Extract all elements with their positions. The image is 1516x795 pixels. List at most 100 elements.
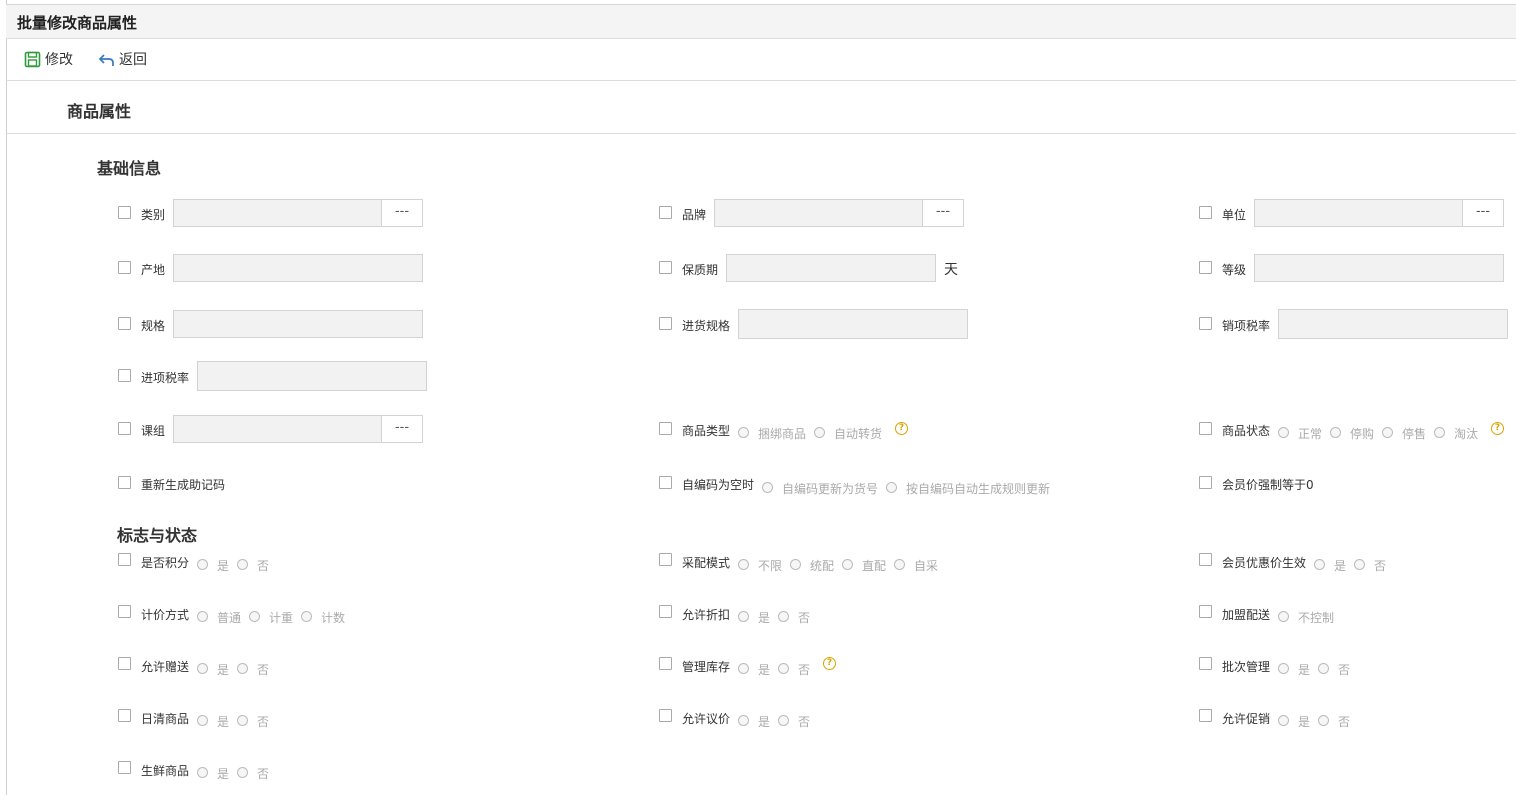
- daily-clear-radio-no[interactable]: [237, 715, 248, 726]
- daily-clear-radio-yes[interactable]: [197, 715, 208, 726]
- allow-promo-radio-yes[interactable]: [1278, 715, 1289, 726]
- course-group-checkbox[interactable]: [118, 422, 131, 435]
- allow-bargain-option-no: 否: [798, 715, 811, 729]
- purchase-mode-label: 采配模式: [682, 556, 731, 570]
- unit-lookup-button[interactable]: ---: [1462, 199, 1504, 227]
- member-discount-radio-no[interactable]: [1354, 559, 1365, 570]
- self-code-radio-rule[interactable]: [886, 482, 897, 493]
- output-tax-checkbox[interactable]: [1199, 317, 1212, 330]
- manage-stock-checkbox[interactable]: [659, 657, 672, 670]
- points-radio-no[interactable]: [237, 559, 248, 570]
- allow-discount-radio-no[interactable]: [778, 611, 789, 622]
- purchase-mode-radio-direct[interactable]: [842, 559, 853, 570]
- product-status-help-icon[interactable]: ?: [1491, 422, 1504, 435]
- category-checkbox[interactable]: [118, 206, 131, 219]
- brand-lookup-button[interactable]: ---: [922, 199, 964, 227]
- purchase-mode-option-unlimited: 不限: [758, 559, 783, 573]
- input-tax-input[interactable]: [197, 361, 427, 391]
- batch-manage-checkbox[interactable]: [1199, 657, 1212, 670]
- product-type-radio-bundle[interactable]: [738, 427, 749, 438]
- fresh-radio-yes[interactable]: [197, 767, 208, 778]
- manage-stock-option-no: 否: [798, 663, 811, 677]
- grade-checkbox[interactable]: [1199, 261, 1212, 274]
- manage-stock-help-icon[interactable]: ?: [823, 657, 836, 670]
- daily-clear-checkbox[interactable]: [118, 709, 131, 722]
- pricing-radio-normal[interactable]: [197, 611, 208, 622]
- member-price-zero-checkbox[interactable]: [1199, 476, 1212, 489]
- brand-input[interactable]: [714, 199, 923, 227]
- output-tax-input[interactable]: [1278, 309, 1508, 339]
- purchase-mode-checkbox[interactable]: [659, 553, 672, 566]
- brand-checkbox[interactable]: [659, 206, 672, 219]
- modify-button[interactable]: 修改: [24, 49, 73, 69]
- allow-bargain-checkbox[interactable]: [659, 709, 672, 722]
- franchise-delivery-checkbox[interactable]: [1199, 605, 1212, 618]
- self-code-checkbox[interactable]: [659, 476, 672, 489]
- batch-manage-radio-no[interactable]: [1318, 663, 1329, 674]
- fresh-radio-no[interactable]: [237, 767, 248, 778]
- pricing-checkbox[interactable]: [118, 605, 131, 618]
- allow-gift-radio-yes[interactable]: [197, 663, 208, 674]
- unit-input[interactable]: [1254, 199, 1463, 227]
- unit-checkbox[interactable]: [1199, 206, 1212, 219]
- input-tax-label: 进项税率: [141, 371, 190, 385]
- grade-input[interactable]: [1254, 254, 1504, 282]
- status-radio-stop-purchase[interactable]: [1330, 427, 1341, 438]
- status-radio-eliminated[interactable]: [1434, 427, 1445, 438]
- allow-promo-option-no: 否: [1338, 715, 1351, 729]
- manage-stock-radio-yes[interactable]: [738, 663, 749, 674]
- product-type-checkbox[interactable]: [659, 422, 672, 435]
- allow-promo-checkbox[interactable]: [1199, 709, 1212, 722]
- modify-label: 修改: [45, 52, 73, 68]
- spec-input[interactable]: [173, 310, 423, 338]
- self-code-label: 自编码为空时: [682, 478, 755, 492]
- allow-gift-radio-no[interactable]: [237, 663, 248, 674]
- back-button[interactable]: 返回: [98, 49, 147, 69]
- allow-bargain-radio-no[interactable]: [778, 715, 789, 726]
- status-radio-normal[interactable]: [1278, 427, 1289, 438]
- batch-manage-radio-yes[interactable]: [1278, 663, 1289, 674]
- course-group-lookup-button[interactable]: ---: [381, 415, 423, 443]
- member-price-zero-label: 会员价强制等于0: [1222, 478, 1314, 492]
- manage-stock-radio-no[interactable]: [778, 663, 789, 674]
- input-tax-checkbox[interactable]: [118, 369, 131, 382]
- status-radio-stop-sale[interactable]: [1382, 427, 1393, 438]
- regen-mnemonic-checkbox[interactable]: [118, 476, 131, 489]
- product-status-checkbox[interactable]: [1199, 422, 1212, 435]
- allow-discount-radio-yes[interactable]: [738, 611, 749, 622]
- pricing-option-count: 计数: [321, 611, 346, 625]
- member-discount-checkbox[interactable]: [1199, 553, 1212, 566]
- spec-checkbox[interactable]: [118, 317, 131, 330]
- points-checkbox[interactable]: [118, 553, 131, 566]
- manage-stock-label: 管理库存: [682, 660, 731, 674]
- shelf-life-input[interactable]: [726, 254, 936, 282]
- shelf-life-checkbox[interactable]: [659, 261, 672, 274]
- fresh-checkbox[interactable]: [118, 761, 131, 774]
- allow-gift-checkbox[interactable]: [118, 657, 131, 670]
- purchase-mode-radio-central[interactable]: [790, 559, 801, 570]
- spec-label: 规格: [141, 319, 166, 333]
- member-discount-radio-yes[interactable]: [1314, 559, 1325, 570]
- basic-info-title: 基础信息: [97, 159, 162, 178]
- self-code-radio-to-sku[interactable]: [762, 482, 773, 493]
- allow-bargain-radio-yes[interactable]: [738, 715, 749, 726]
- allow-discount-checkbox[interactable]: [659, 605, 672, 618]
- purchase-spec-input[interactable]: [738, 309, 968, 339]
- purchase-mode-radio-unlimited[interactable]: [738, 559, 749, 570]
- purchase-spec-checkbox[interactable]: [659, 317, 672, 330]
- origin-input[interactable]: [173, 254, 423, 282]
- allow-promo-radio-no[interactable]: [1318, 715, 1329, 726]
- franchise-delivery-radio-no-control[interactable]: [1278, 611, 1289, 622]
- product-type-radio-auto[interactable]: [814, 427, 825, 438]
- points-radio-yes[interactable]: [197, 559, 208, 570]
- origin-checkbox[interactable]: [118, 261, 131, 274]
- category-input[interactable]: [173, 199, 382, 227]
- pricing-radio-count[interactable]: [301, 611, 312, 622]
- product-status-label: 商品状态: [1222, 424, 1271, 438]
- course-group-input[interactable]: [173, 415, 382, 443]
- purchase-mode-radio-self[interactable]: [894, 559, 905, 570]
- pricing-radio-weight[interactable]: [249, 611, 260, 622]
- product-type-help-icon[interactable]: ?: [895, 422, 908, 435]
- category-lookup-button[interactable]: ---: [381, 199, 423, 227]
- pricing-option-weight: 计重: [269, 611, 294, 625]
